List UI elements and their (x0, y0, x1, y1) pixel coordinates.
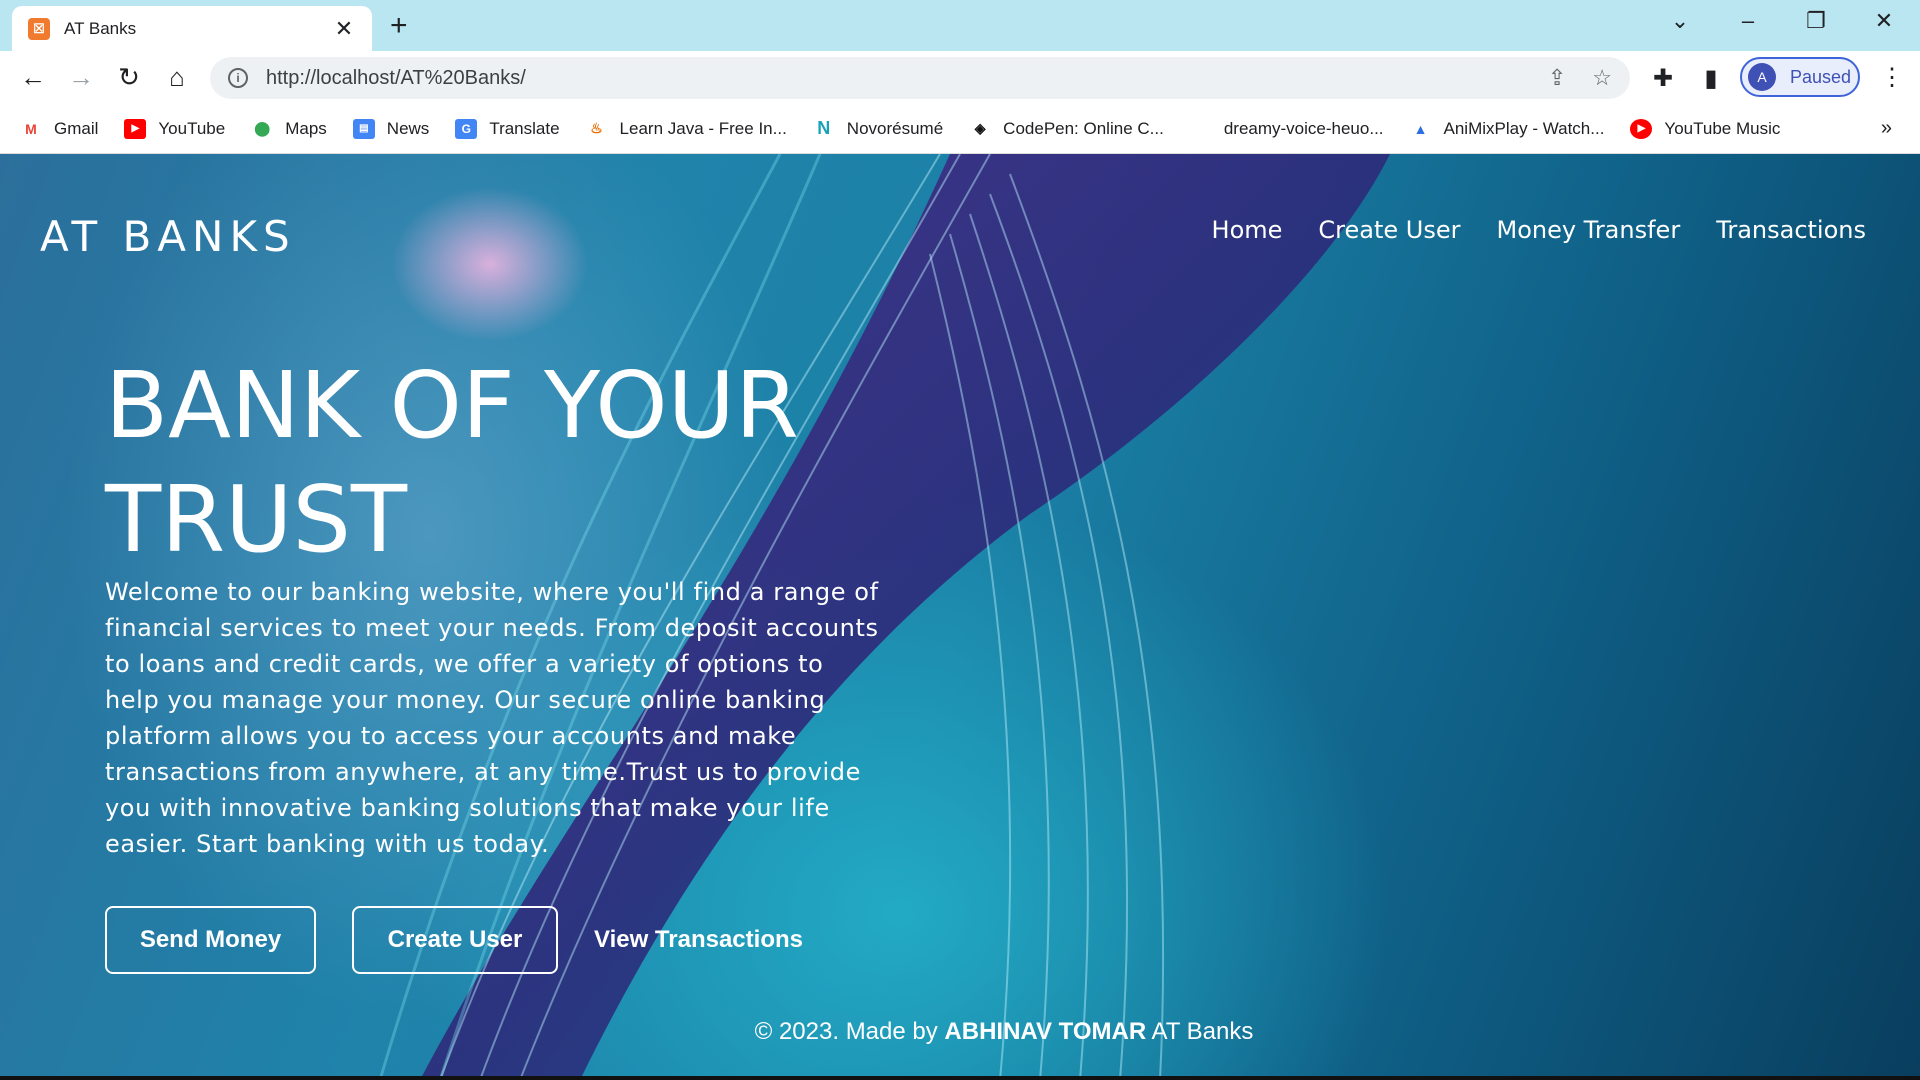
bookmark-label: Translate (489, 118, 560, 138)
hero-title: BANK OF YOUR TRUST (105, 352, 799, 573)
bookmark-news[interactable]: ▤ News (352, 118, 430, 139)
create-user-button[interactable]: Create User (352, 906, 558, 974)
bookmark-label: Maps (285, 118, 327, 138)
hero-description: Welcome to our banking website, where yo… (105, 578, 879, 858)
view-transactions-link[interactable]: View Transactions (594, 926, 803, 954)
tab-title: AT Banks (64, 18, 137, 38)
nav-create-user[interactable]: Create User (1318, 216, 1460, 244)
bookmark-label: CodePen: Online C... (1003, 118, 1164, 138)
codepen-icon: ◈ (974, 120, 986, 136)
bookmark-learn-java[interactable]: ♨ Learn Java - Free In... (586, 119, 787, 139)
bookmark-label: Gmail (54, 118, 99, 138)
bank-homepage: AT BANKS Home Create User Money Transfer… (0, 154, 1920, 1080)
bookmark-label: dreamy-voice-heuo... (1223, 118, 1384, 138)
java-icon: ♨ (590, 120, 603, 136)
novoresume-icon: N (817, 118, 831, 138)
side-panel-icon[interactable]: ▮ (1696, 64, 1726, 93)
bookmark-gmail[interactable]: M Gmail (20, 119, 98, 139)
bookmark-star-icon[interactable]: ☆ (1592, 65, 1612, 91)
browser-tab[interactable]: ☒ AT Banks ✕ (12, 6, 372, 51)
footer: © 2023. Made by ABHINAV TOMAR AT Banks (0, 1018, 1920, 1046)
minimize-icon[interactable]: – (1728, 8, 1768, 34)
bookmark-label: Novorésumé (846, 118, 944, 138)
close-window-icon[interactable]: ✕ (1864, 8, 1904, 34)
close-tab-icon[interactable]: ✕ (332, 16, 356, 42)
bookmark-youtube-music[interactable]: ▶ YouTube Music (1630, 118, 1781, 139)
bookmark-label: AniMixPlay - Watch... (1443, 118, 1605, 138)
bottom-edge (0, 1076, 1920, 1080)
bookmark-codepen[interactable]: ◈ CodePen: Online C... (969, 119, 1164, 139)
bookmark-label: News (386, 118, 430, 138)
bookmark-label: Learn Java - Free In... (619, 118, 787, 138)
url-text[interactable]: http://localhost/AT%20Banks/ (266, 67, 1522, 90)
maps-icon: ⬤ (254, 120, 271, 136)
browser-toolbar: ← → ↻ ⌂ i http://localhost/AT%20Banks/ ⇪… (0, 51, 1920, 104)
send-money-button[interactable]: Send Money (105, 906, 316, 974)
youtube-icon: ▶ (124, 118, 147, 139)
main-nav: Home Create User Money Transfer Transact… (1176, 216, 1866, 244)
bookmarks-bar: M Gmail ▶ YouTube ⬤ Maps ▤ News G Transl… (0, 104, 1920, 154)
footer-author: ABHINAV TOMAR (944, 1018, 1147, 1045)
nav-transactions[interactable]: Transactions (1716, 216, 1866, 244)
news-icon: ▤ (352, 118, 375, 139)
xampp-icon: ☒ (28, 17, 50, 40)
bookmark-translate[interactable]: G Translate (455, 118, 560, 139)
new-tab-icon[interactable]: + (390, 9, 408, 43)
bookmark-label: YouTube Music (1664, 118, 1781, 138)
bookmark-maps[interactable]: ⬤ Maps (251, 118, 327, 139)
share-icon[interactable]: ⇪ (1548, 65, 1566, 91)
nav-money-transfer[interactable]: Money Transfer (1496, 216, 1680, 244)
site-logo[interactable]: AT BANKS (40, 212, 296, 261)
forward-icon[interactable]: → (64, 61, 98, 95)
footer-copyright: © 2023. Made by (754, 1018, 938, 1045)
back-icon[interactable]: ← (16, 61, 50, 95)
site-info-icon[interactable]: i (228, 68, 248, 88)
more-bookmarks-icon[interactable]: » (1881, 117, 1892, 140)
avatar: A (1748, 63, 1776, 91)
home-icon[interactable]: ⌂ (160, 61, 194, 95)
bookmark-animixplay[interactable]: ▲ AniMixPlay - Watch... (1410, 119, 1605, 139)
profile-button[interactable]: A Paused (1740, 57, 1860, 97)
bookmark-novoresume[interactable]: N Novorésumé (813, 118, 944, 139)
animixplay-icon: ▲ (1413, 120, 1428, 137)
bookmark-label: YouTube (158, 118, 226, 138)
bookmark-dreamy-voice[interactable]: dreamy-voice-heuo... (1190, 119, 1384, 139)
cta-row: Send Money Create User View Transactions (105, 906, 803, 974)
profile-status: Paused (1790, 66, 1852, 87)
reload-icon[interactable]: ↻ (112, 61, 146, 95)
tab-search-icon[interactable]: ⌄ (1660, 8, 1700, 34)
browser-menu-icon[interactable]: ⋮ (1880, 63, 1904, 92)
bookmark-youtube[interactable]: ▶ YouTube (124, 118, 226, 139)
footer-brand: AT Banks (1151, 1018, 1254, 1045)
youtube-music-icon: ▶ (1630, 118, 1653, 139)
gmail-icon: M (25, 120, 37, 137)
nav-home[interactable]: Home (1212, 216, 1283, 244)
extensions-icon[interactable]: ✚ (1648, 64, 1678, 93)
translate-icon: G (455, 118, 478, 139)
blank-page-icon (1190, 119, 1212, 139)
restore-icon[interactable]: ❐ (1796, 8, 1836, 34)
tab-strip: ☒ AT Banks ✕ + ⌄ – ❐ ✕ (0, 0, 1920, 51)
address-bar[interactable]: i http://localhost/AT%20Banks/ ⇪ ☆ (210, 57, 1630, 99)
